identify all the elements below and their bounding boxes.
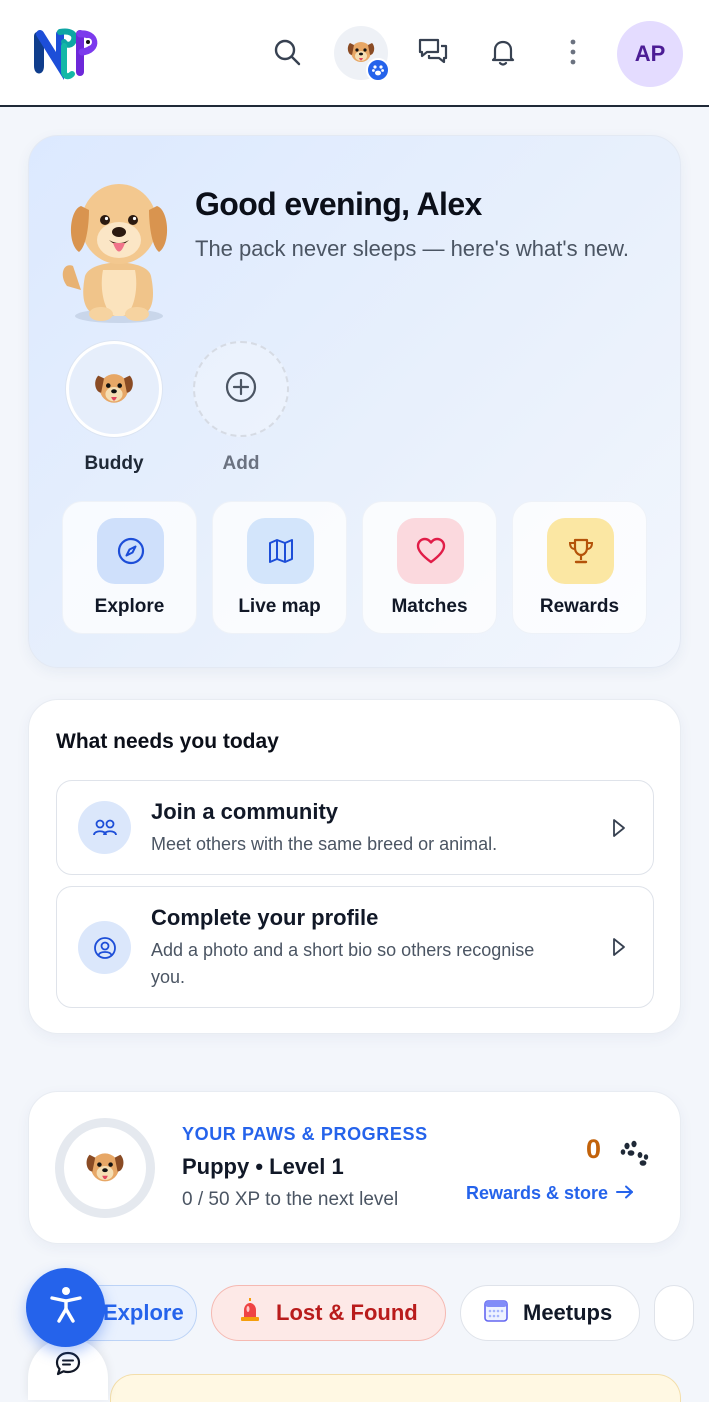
accessibility-icon [48, 1285, 84, 1330]
rewards-store-link[interactable]: Rewards & store [466, 1183, 634, 1204]
people-icon [78, 801, 131, 854]
task-join-community[interactable]: Join a community Meet others with the sa… [56, 780, 654, 875]
search-icon[interactable] [265, 30, 309, 74]
plus-circle-icon [224, 370, 258, 409]
add-pet-circle [193, 341, 289, 437]
greeting-subtitle: The pack never sleeps — here's what's ne… [195, 236, 629, 261]
today-card: What needs you today Join a community Me… [28, 699, 681, 1034]
paw-icon [619, 1138, 649, 1168]
task-description: Add a photo and a short bio so others re… [151, 940, 535, 987]
chip-label: Explore [103, 1300, 184, 1325]
accessibility-button[interactable] [26, 1268, 105, 1347]
today-title: What needs you today [56, 730, 279, 753]
chip-label: Meetups [523, 1300, 613, 1325]
pet-name: Buddy [84, 453, 144, 474]
siren-icon [238, 1298, 262, 1328]
tile-label: Explore [94, 596, 165, 617]
tile-label: Live map [238, 596, 321, 617]
pet-avatar [66, 341, 162, 437]
heart-icon [397, 518, 464, 584]
next-section-card [110, 1374, 681, 1402]
progress-xp: 0 / 50 XP to the next level [182, 1189, 399, 1210]
tile-label: Matches [391, 596, 468, 617]
chip-lost-found[interactable]: Lost & Found [211, 1285, 446, 1341]
arrow-right-icon [616, 1183, 634, 1204]
calendar-icon [483, 1297, 509, 1329]
trophy-icon [547, 518, 614, 584]
level-ring [55, 1118, 155, 1218]
progress-eyebrow: YOUR PAWS & PROGRESS [182, 1124, 428, 1144]
progress-card[interactable]: YOUR PAWS & PROGRESS Puppy • Level 1 0 /… [28, 1091, 681, 1244]
user-avatar[interactable]: AP [617, 21, 683, 87]
pet-switcher-button[interactable] [334, 26, 390, 82]
greeting-title: Good evening, Alex [195, 186, 482, 222]
dog-face-icon [84, 1146, 126, 1191]
more-icon[interactable] [551, 30, 595, 74]
tile-matches[interactable]: Matches [362, 501, 497, 634]
task-title: Join a community [151, 799, 339, 824]
chevron-right-icon [611, 818, 627, 838]
messages-icon[interactable] [411, 30, 455, 74]
task-complete-profile[interactable]: Complete your profile Add a photo and a … [56, 886, 654, 1008]
rewards-store-label: Rewards & store [466, 1183, 609, 1203]
puppy-illustration [59, 166, 179, 326]
progress-level: Puppy • Level 1 [182, 1154, 344, 1179]
add-pet-label: Add [222, 453, 260, 474]
chip-meetups[interactable]: Meetups [460, 1285, 640, 1341]
add-pet-button[interactable]: Add [193, 341, 289, 475]
pet-chip-buddy[interactable]: Buddy [66, 341, 162, 475]
tile-rewards[interactable]: Rewards [512, 501, 647, 634]
paws-count: 0 [586, 1134, 602, 1164]
welcome-card: Good evening, Alex The pack never sleeps… [28, 135, 681, 668]
user-circle-icon [78, 921, 131, 974]
paw-badge-icon [366, 58, 390, 82]
chat-fab[interactable] [28, 1338, 108, 1400]
chip-more[interactable] [654, 1285, 694, 1341]
task-title: Complete your profile [151, 905, 379, 930]
tile-live-map[interactable]: Live map [212, 501, 347, 634]
app-logo[interactable] [30, 26, 102, 80]
chip-label: Lost & Found [276, 1300, 418, 1325]
tile-explore[interactable]: Explore [62, 501, 197, 634]
chevron-right-icon [611, 937, 627, 957]
tile-label: Rewards [539, 596, 620, 617]
bell-icon[interactable] [481, 30, 525, 74]
map-icon [247, 518, 314, 584]
chat-bubble-icon [54, 1350, 82, 1383]
dog-face-icon [92, 367, 136, 412]
task-description: Meet others with the same breed or anima… [151, 834, 498, 854]
top-app-bar: AP [0, 0, 709, 107]
compass-icon [97, 518, 164, 584]
